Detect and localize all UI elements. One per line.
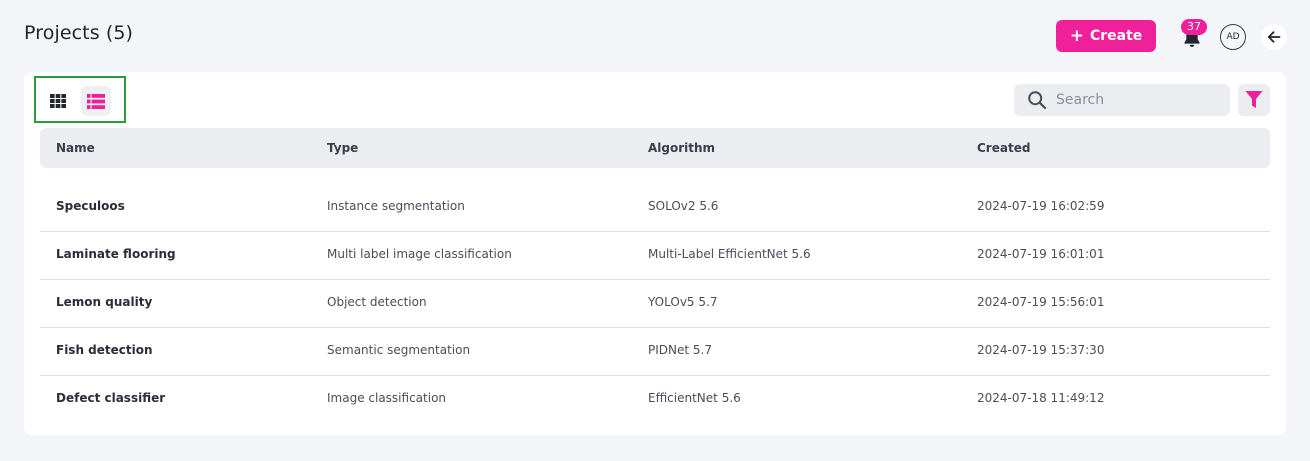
project-algorithm: SOLOv2 5.6: [648, 199, 719, 213]
create-button-label: Create: [1089, 28, 1143, 44]
search-icon: [1028, 91, 1047, 110]
create-button[interactable]: + Create: [1056, 20, 1156, 52]
list-view-button[interactable]: [81, 86, 111, 116]
column-header-type[interactable]: Type: [327, 141, 358, 155]
project-algorithm: YOLOv5 5.7: [648, 295, 718, 309]
table-row[interactable]: Fish detection Semantic segmentation PID…: [40, 328, 1270, 376]
search-input[interactable]: [1056, 92, 1216, 108]
project-algorithm: Multi-Label EfficientNet 5.6: [648, 247, 811, 261]
projects-card: Name Type Algorithm Created Speculoos In…: [24, 72, 1286, 435]
project-name: Fish detection: [56, 343, 153, 357]
plus-icon: +: [1069, 25, 1084, 46]
table-row[interactable]: Speculoos Instance segmentation SOLOv2 5…: [40, 184, 1270, 232]
table-row[interactable]: Lemon quality Object detection YOLOv5 5.…: [40, 280, 1270, 328]
project-name: Defect classifier: [56, 391, 166, 405]
page-title: Projects (5): [24, 22, 134, 44]
project-name: Laminate flooring: [56, 247, 176, 261]
project-type: Semantic segmentation: [327, 343, 471, 357]
table-row[interactable]: Defect classifier Image classification E…: [40, 376, 1270, 424]
project-created: 2024-07-18 11:49:12: [977, 391, 1105, 405]
column-header-name[interactable]: Name: [56, 141, 95, 155]
arrow-left-icon: [1267, 31, 1281, 43]
project-type: Multi label image classification: [327, 247, 512, 261]
avatar[interactable]: AD: [1220, 24, 1246, 50]
view-mode-toggle: [34, 76, 126, 123]
project-name: Speculoos: [56, 199, 125, 213]
search-box: [1014, 84, 1230, 116]
project-algorithm: EfficientNet 5.6: [648, 391, 741, 405]
list-icon: [87, 93, 105, 109]
project-algorithm: PIDNet 5.7: [648, 343, 712, 357]
project-type: Instance segmentation: [327, 199, 465, 213]
column-header-algorithm[interactable]: Algorithm: [648, 141, 715, 155]
back-button[interactable]: [1261, 24, 1287, 50]
project-type: Object detection: [327, 295, 427, 309]
filter-icon: [1245, 91, 1263, 108]
table-header: Name Type Algorithm Created: [40, 128, 1270, 168]
project-created: 2024-07-19 16:02:59: [977, 199, 1105, 213]
filter-button[interactable]: [1238, 84, 1270, 116]
project-created: 2024-07-19 15:37:30: [977, 343, 1105, 357]
grid-view-button[interactable]: [43, 86, 73, 116]
project-name: Lemon quality: [56, 295, 153, 309]
grid-icon: [50, 94, 66, 108]
column-header-created[interactable]: Created: [977, 141, 1030, 155]
project-type: Image classification: [327, 391, 447, 405]
table-row[interactable]: Laminate flooring Multi label image clas…: [40, 232, 1270, 280]
project-created: 2024-07-19 15:56:01: [977, 295, 1105, 309]
project-created: 2024-07-19 16:01:01: [977, 247, 1105, 261]
table-body: Speculoos Instance segmentation SOLOv2 5…: [40, 184, 1270, 424]
notification-badge: 37: [1181, 19, 1207, 35]
